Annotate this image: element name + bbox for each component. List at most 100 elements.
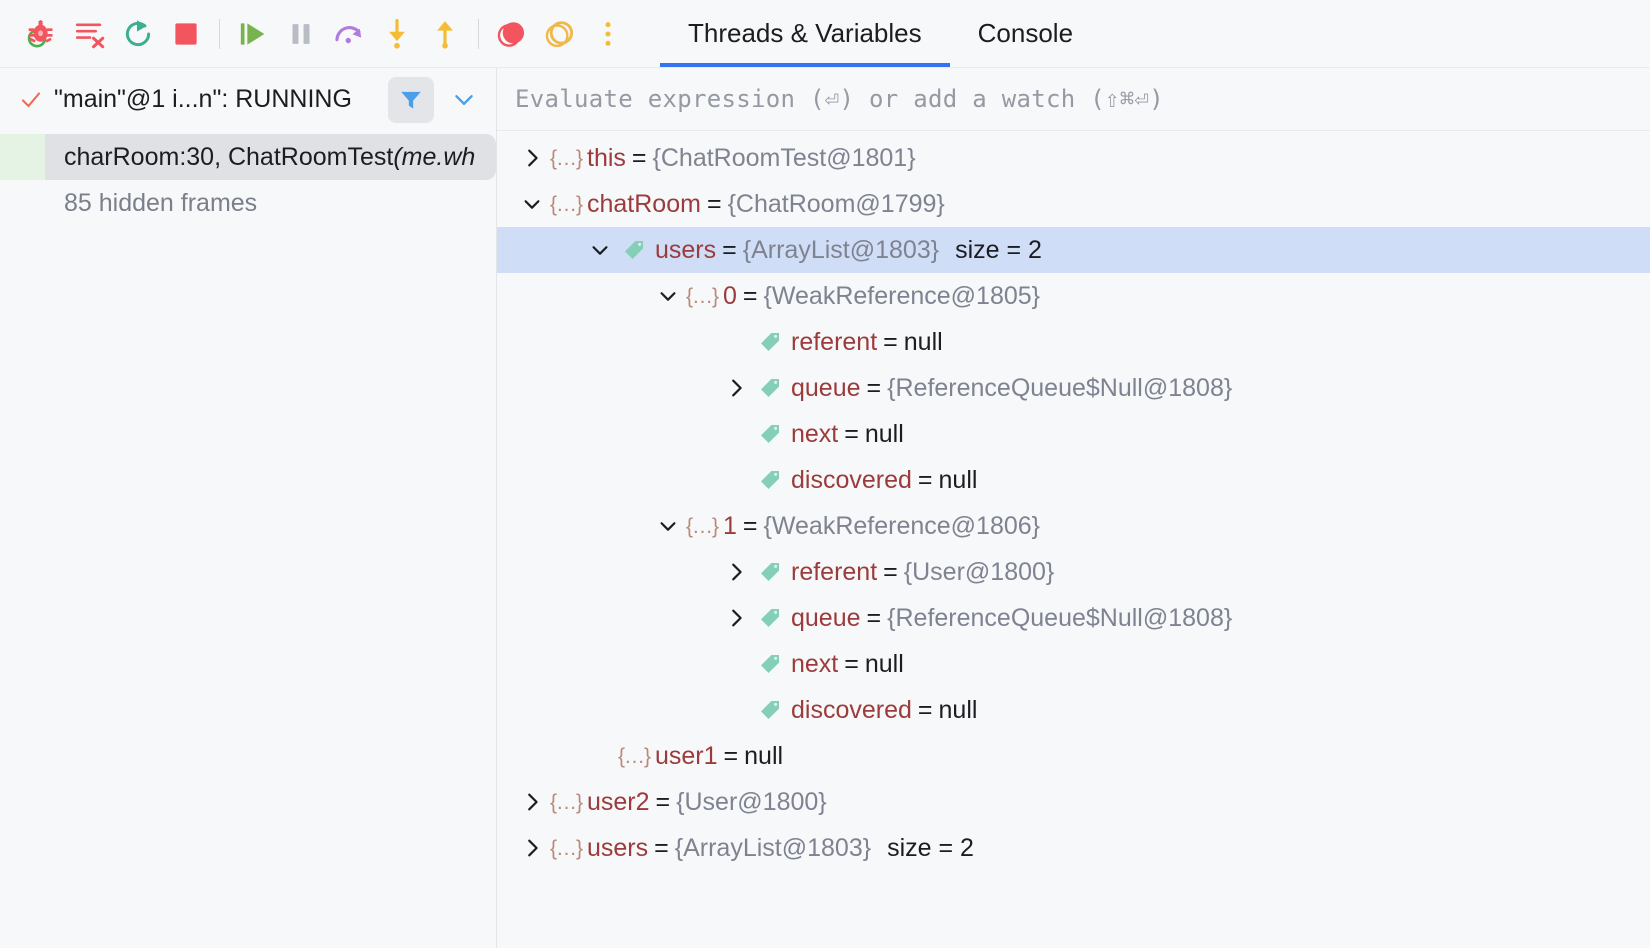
variable-value: {User@1800}: [676, 787, 827, 816]
variable-row[interactable]: referent = {User@1800}: [497, 549, 1650, 595]
step-into-icon[interactable]: [373, 10, 421, 58]
mute-breakpoints-icon[interactable]: [488, 10, 536, 58]
variable-row[interactable]: {…} this = {ChatRoomTest@1801}: [497, 135, 1650, 181]
object-braces-icon: {…}: [617, 744, 651, 768]
field-tag-icon: [617, 227, 651, 273]
more-options-icon[interactable]: [584, 10, 632, 58]
variables-panel: Evaluate expression (⏎) or add a watch (…: [497, 68, 1650, 948]
filter-icon[interactable]: [388, 76, 434, 123]
field-tag-icon: [753, 595, 787, 641]
variable-equals: =: [723, 741, 739, 770]
variable-equals: =: [883, 557, 898, 586]
variable-name: discovered: [791, 465, 912, 494]
pause-program-icon[interactable]: [277, 10, 325, 58]
chevron-right-icon[interactable]: [719, 595, 753, 641]
variable-value: null: [938, 695, 978, 724]
variable-row[interactable]: next = null: [497, 411, 1650, 457]
debugger-body: "main"@1 i...n": RUNNING charRoom:30, Ch…: [0, 67, 1650, 948]
hidden-frames-label: 85 hidden frames: [64, 188, 258, 217]
variable-name: queue: [791, 603, 861, 632]
debug-icon[interactable]: [18, 10, 66, 58]
thread-selector[interactable]: "main"@1 i...n": RUNNING: [0, 68, 496, 131]
chevron-down-icon[interactable]: [515, 181, 549, 227]
field-tag-icon: [753, 365, 787, 411]
variable-row[interactable]: {…} 1 = {WeakReference@1806}: [497, 503, 1650, 549]
chevron-right-icon[interactable]: [515, 135, 549, 181]
variable-row[interactable]: {…} 0 = {WeakReference@1805}: [497, 273, 1650, 319]
variable-name: queue: [791, 373, 861, 402]
variable-row[interactable]: {…} chatRoom = {ChatRoom@1799}: [497, 181, 1650, 227]
variable-name: users: [587, 833, 649, 862]
chevron-right-icon[interactable]: [719, 365, 753, 411]
variable-value: null: [864, 649, 904, 678]
variable-row[interactable]: queue = {ReferenceQueue$Null@1808}: [497, 595, 1650, 641]
variable-row[interactable]: {…} users = {ArrayList@1803} size = 2: [497, 825, 1650, 871]
chevron-right-icon[interactable]: [719, 549, 753, 595]
variable-value: {WeakReference@1805}: [763, 281, 1041, 310]
object-braces-icon: {…}: [549, 146, 583, 170]
variable-row[interactable]: {…} user2 = {User@1800}: [497, 779, 1650, 825]
variable-row[interactable]: discovered = null: [497, 457, 1650, 503]
variable-value: null: [864, 419, 904, 448]
field-tag-icon: [753, 457, 787, 503]
toolbar-divider-1: [219, 18, 220, 49]
variable-name: this: [587, 143, 626, 172]
variable-row[interactable]: queue = {ReferenceQueue$Null@1808}: [497, 365, 1650, 411]
clear-output-icon[interactable]: [66, 10, 114, 58]
field-tag-icon: [753, 319, 787, 365]
chevron-down-icon[interactable]: [583, 227, 617, 273]
variable-row[interactable]: users = {ArrayList@1803} size = 2: [497, 227, 1650, 273]
top-bar: Threads & Variables Console: [0, 0, 1650, 67]
toolbar-divider-2: [478, 18, 479, 49]
frame-location: charRoom:30, ChatRoomTest: [64, 142, 394, 171]
evaluate-expression-bar[interactable]: Evaluate expression (⏎) or add a watch (…: [497, 68, 1650, 131]
variable-equals: =: [655, 787, 671, 816]
frames-panel: "main"@1 i...n": RUNNING charRoom:30, Ch…: [0, 68, 497, 948]
step-out-icon[interactable]: [421, 10, 469, 58]
debugger-window: Threads & Variables Console "main"@1 i..…: [0, 0, 1650, 948]
variable-name: referent: [791, 557, 878, 586]
variable-value: {ChatRoom@1799}: [727, 189, 945, 218]
variable-name: user2: [587, 787, 650, 816]
variable-equals: =: [866, 373, 882, 402]
tab-console[interactable]: Console: [950, 0, 1101, 67]
variable-row[interactable]: next = null: [497, 641, 1650, 687]
variable-value: {WeakReference@1806}: [763, 511, 1041, 540]
variable-value: {ArrayList@1803}: [674, 833, 872, 862]
variable-row[interactable]: {…} user1 = null: [497, 733, 1650, 779]
variable-value: {ReferenceQueue$Null@1808}: [887, 603, 1233, 632]
variable-equals: =: [742, 281, 758, 310]
variable-value: {ChatRoomTest@1801}: [652, 143, 916, 172]
variable-equals: =: [917, 695, 933, 724]
hidden-frames-row[interactable]: 85 hidden frames: [0, 180, 496, 226]
chevron-right-icon[interactable]: [515, 825, 549, 871]
variable-row[interactable]: discovered = null: [497, 687, 1650, 733]
variable-equals: =: [917, 465, 933, 494]
rerun-icon[interactable]: [114, 10, 162, 58]
step-over-icon[interactable]: [325, 10, 373, 58]
chevron-down-icon[interactable]: [651, 503, 685, 549]
variable-equals: =: [844, 649, 859, 678]
variable-name: 0: [723, 281, 737, 310]
variable-value: {ArrayList@1803}: [742, 235, 940, 264]
variable-size: size = 2: [887, 833, 974, 862]
chevron-right-icon[interactable]: [515, 779, 549, 825]
variable-name: discovered: [791, 695, 912, 724]
resume-program-icon[interactable]: [229, 10, 277, 58]
frame-row[interactable]: charRoom:30, ChatRoomTest (me.wh: [0, 134, 496, 180]
variable-size: size = 2: [955, 235, 1042, 264]
variable-row[interactable]: referent = null: [497, 319, 1650, 365]
variable-value: null: [903, 327, 943, 356]
stop-icon[interactable]: [162, 10, 210, 58]
field-tag-icon: [753, 641, 787, 687]
variable-name: referent: [791, 327, 878, 356]
tab-threads-and-variables[interactable]: Threads & Variables: [660, 0, 950, 67]
view-breakpoints-icon[interactable]: [536, 10, 584, 58]
chevron-down-icon[interactable]: [444, 80, 484, 120]
chevron-down-icon[interactable]: [651, 273, 685, 319]
variable-equals: =: [631, 143, 647, 172]
